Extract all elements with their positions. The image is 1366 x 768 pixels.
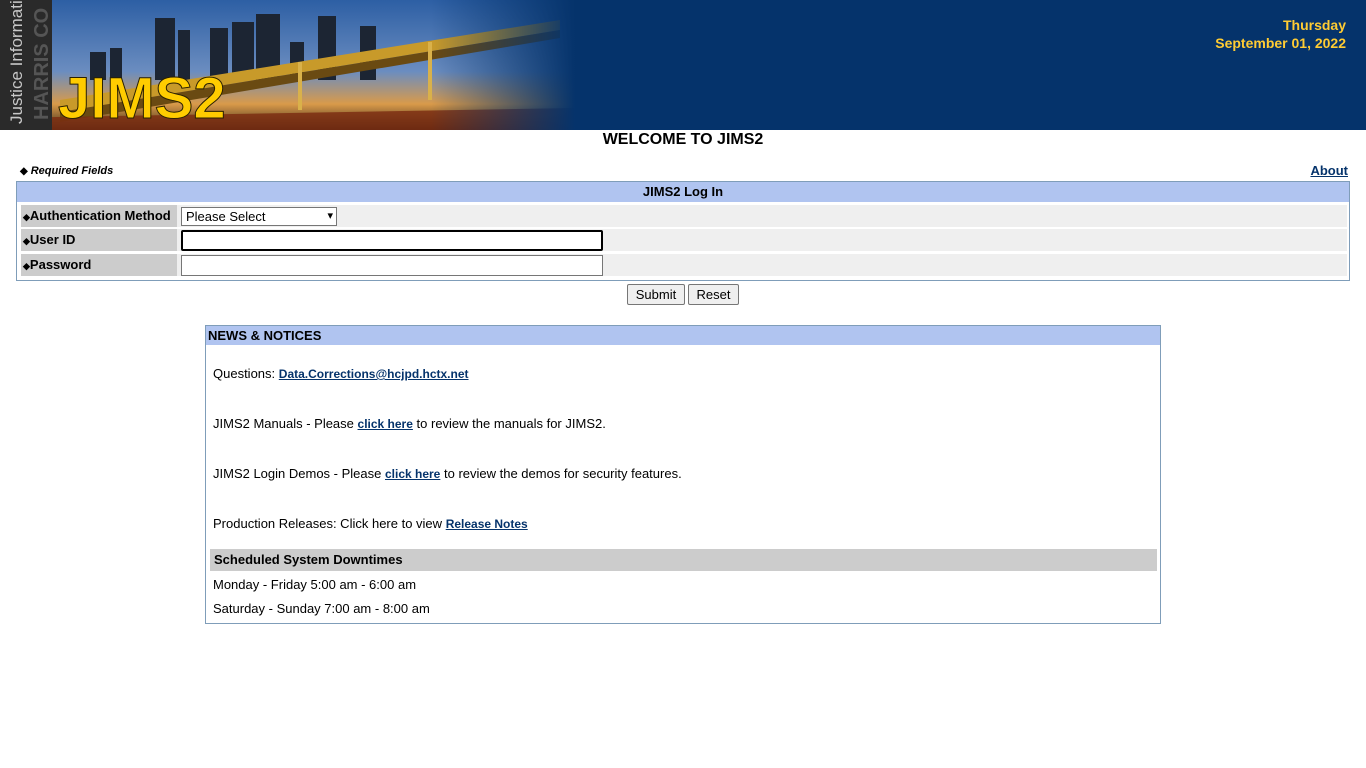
questions-email-link[interactable]: Data.Corrections@hcjpd.hctx.net xyxy=(279,367,469,381)
page-title: WELCOME TO JIMS2 xyxy=(602,131,764,148)
demos-link[interactable]: click here xyxy=(385,467,440,481)
reset-button[interactable]: Reset xyxy=(688,284,739,305)
news-panel-title: NEWS & NOTICES xyxy=(206,326,1160,345)
required-fields-label: Required Fields xyxy=(30,165,114,177)
required-diamond-icon: ◆ xyxy=(20,166,28,177)
auth-method-row: ◆Authentication Method Please Select ▾ xyxy=(21,205,1347,227)
jims2-logo: Justice Information HARRIS CO JIMS2 xyxy=(0,0,575,130)
user-id-input[interactable] xyxy=(181,230,603,251)
header-banner: Justice Information HARRIS CO JIMS2 Thur… xyxy=(0,0,1366,130)
required-diamond-icon: ◆ xyxy=(23,236,30,246)
manuals-link[interactable]: click here xyxy=(358,417,413,431)
day-of-week: Thursday xyxy=(1282,17,1346,33)
submit-button[interactable]: Submit xyxy=(627,284,685,305)
downtime-item: Saturday - Sunday 7:00 am - 8:00 am xyxy=(213,601,430,616)
about-link[interactable]: About xyxy=(1310,163,1348,178)
password-input[interactable] xyxy=(181,255,603,276)
manuals-line: JIMS2 Manuals - Please click here to rev… xyxy=(213,416,606,431)
demos-line: JIMS2 Login Demos - Please click here to… xyxy=(213,466,682,481)
releases-line: Production Releases: Click here to view … xyxy=(213,516,528,531)
login-panel-title: JIMS2 Log In xyxy=(17,182,1349,202)
downtimes-heading: Scheduled System Downtimes xyxy=(210,549,1157,571)
release-notes-link[interactable]: Release Notes xyxy=(446,517,528,531)
required-fields-note: ◆ Required Fields xyxy=(20,164,113,179)
required-diamond-icon: ◆ xyxy=(23,212,30,222)
logo-wordmark: JIMS2 xyxy=(58,66,226,130)
chevron-down-icon: ▾ xyxy=(327,210,333,222)
svg-text:Justice Information: Justice Information xyxy=(7,0,26,124)
password-row: ◆Password xyxy=(21,254,1347,276)
auth-method-label: ◆Authentication Method xyxy=(21,205,177,227)
user-id-label: ◆User ID xyxy=(21,229,177,251)
auth-method-select[interactable]: Please Select ▾ xyxy=(181,207,337,226)
news-panel: NEWS & NOTICES Questions: Data.Correctio… xyxy=(205,325,1161,624)
date-text: September 01, 2022 xyxy=(1215,35,1346,51)
required-diamond-icon: ◆ xyxy=(23,261,30,271)
downtime-item: Monday - Friday 5:00 am - 6:00 am xyxy=(213,577,417,592)
password-label: ◆Password xyxy=(21,254,177,276)
user-id-row: ◆User ID xyxy=(21,229,1347,251)
svg-text:HARRIS CO: HARRIS CO xyxy=(31,8,53,120)
login-panel: JIMS2 Log In ◆Authentication Method Plea… xyxy=(16,181,1350,281)
current-date: Thursday September 01, 2022 xyxy=(1215,16,1346,52)
questions-line: Questions: Data.Corrections@hcjpd.hctx.n… xyxy=(213,366,469,381)
